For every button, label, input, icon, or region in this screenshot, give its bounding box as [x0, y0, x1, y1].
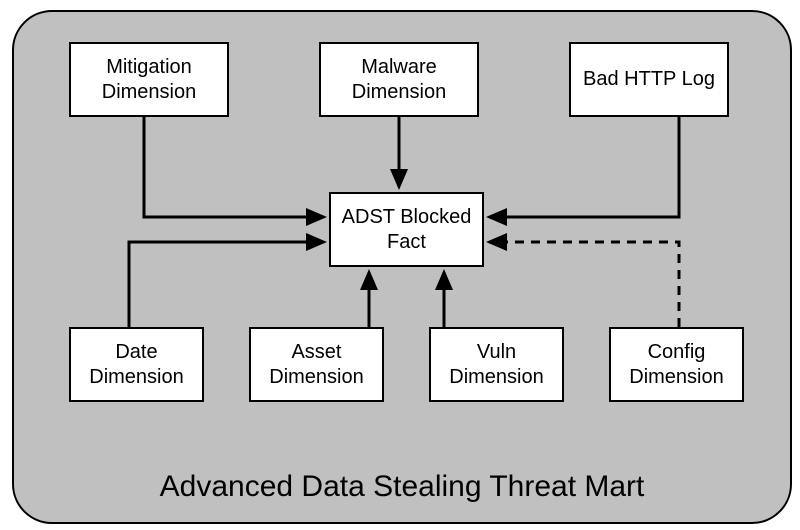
node-malware: MalwareDimension — [319, 42, 479, 117]
node-label: ADST BlockedFact — [342, 205, 472, 255]
diagram-title: Advanced Data Stealing Threat Mart — [14, 470, 790, 504]
edge-mitigation-fact — [144, 117, 324, 217]
node-label: VulnDimension — [449, 340, 543, 390]
node-label: Bad HTTP Log — [583, 67, 715, 92]
node-mitigation: MitigationDimension — [69, 42, 229, 117]
node-label: AssetDimension — [269, 340, 363, 390]
node-fact: ADST BlockedFact — [329, 192, 484, 267]
node-label: ConfigDimension — [629, 340, 723, 390]
edge-config-fact — [489, 242, 679, 327]
node-label: MitigationDimension — [102, 55, 196, 105]
node-asset: AssetDimension — [249, 327, 384, 402]
node-vuln: VulnDimension — [429, 327, 564, 402]
diagram-canvas: MitigationDimension MalwareDimension Bad… — [12, 10, 792, 524]
node-config: ConfigDimension — [609, 327, 744, 402]
node-label: MalwareDimension — [352, 55, 446, 105]
node-badhttp: Bad HTTP Log — [569, 42, 729, 117]
node-date: DateDimension — [69, 327, 204, 402]
edge-date-fact — [129, 242, 324, 327]
edge-badhttp-fact — [489, 117, 679, 217]
node-label: DateDimension — [89, 340, 183, 390]
